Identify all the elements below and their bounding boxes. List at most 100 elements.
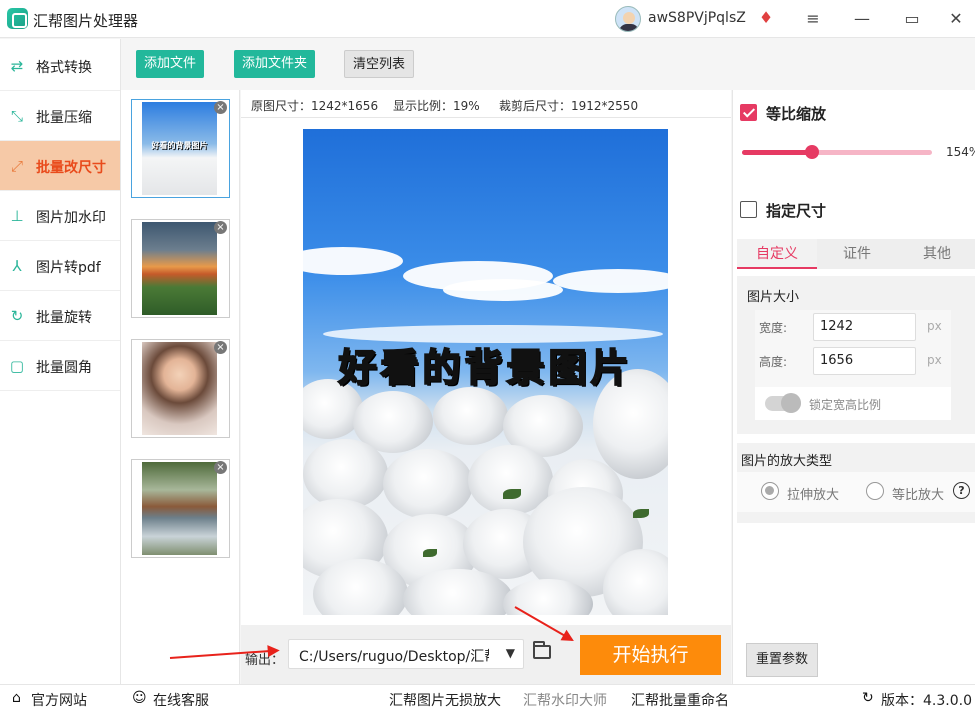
watermark-master-link[interactable]: 汇帮水印大师 <box>523 690 607 710</box>
width-label: 宽度: <box>759 321 788 335</box>
image-size-fields: 宽度: 1242 px 高度: 1656 px 锁定宽高比例 <box>755 310 951 420</box>
remove-thumbnail-icon[interactable]: × <box>214 461 227 474</box>
sidebar-item-batch-resize[interactable]: ⤢ 批量改尺寸 <box>0 141 120 191</box>
clear-list-button[interactable]: 清空列表 <box>344 50 415 78</box>
open-folder-icon[interactable] <box>533 641 551 659</box>
chevron-down-icon: ▼ <box>505 646 515 660</box>
enlarge-type-options: 拉伸放大 等比放大 ? <box>737 472 975 512</box>
lock-ratio-label: 锁定宽高比例 <box>809 398 882 412</box>
add-folder-button[interactable]: 添加文件夹 <box>234 50 316 78</box>
watermark-icon: ⊥ <box>10 207 24 225</box>
cropped-size: 裁剪后尺寸：1912*2550 <box>499 99 639 113</box>
stretch-enlarge-radio[interactable] <box>761 482 779 500</box>
output-bar: 输出： C:/Users/ruguo/Desktop/汇帮 ▼ 开始执行 <box>241 625 731 684</box>
original-size: 原图尺寸：1242*1656 <box>251 99 379 113</box>
maximize-button[interactable]: ▭ <box>898 6 926 32</box>
vip-diamond-icon[interactable]: ♦ <box>756 8 776 28</box>
specify-size-label: 指定尺寸 <box>766 202 827 220</box>
online-support-link[interactable]: 在线客服 <box>153 690 209 710</box>
tab-custom[interactable]: 自定义 <box>737 239 817 269</box>
support-agent-icon: ☺ <box>132 690 147 706</box>
thumbnail-image <box>142 222 217 315</box>
sidebar-item-label: 批量改尺寸 <box>36 160 106 176</box>
resize-icon: ⤢ <box>10 157 23 175</box>
start-button[interactable]: 开始执行 <box>580 635 721 675</box>
thumbnail-list: 好看的背景图片 × × × × <box>121 90 240 684</box>
proportional-enlarge-radio[interactable] <box>866 482 884 500</box>
thumbnail-item[interactable]: × <box>131 459 230 558</box>
user-avatar[interactable] <box>615 6 641 32</box>
remove-thumbnail-icon[interactable]: × <box>214 221 227 234</box>
batch-rename-link[interactable]: 汇帮批量重命名 <box>631 690 729 710</box>
menu-button[interactable]: ≡ <box>799 6 827 32</box>
height-unit: px <box>927 353 942 367</box>
output-path-value: C:/Users/ruguo/Desktop/汇帮 <box>299 649 489 665</box>
preview-image: 好看的背景图片 <box>303 129 668 615</box>
scale-value: 154% <box>946 145 975 159</box>
width-unit: px <box>927 319 942 333</box>
remove-thumbnail-icon[interactable]: × <box>214 101 227 114</box>
lock-ratio-row: 锁定宽高比例 <box>755 387 951 420</box>
thumbnail-image <box>142 342 217 435</box>
preview-area: 好看的背景图片 <box>241 118 731 625</box>
reset-params-button[interactable]: 重置参数 <box>746 643 818 677</box>
proportional-scale-label: 等比缩放 <box>766 105 827 123</box>
refresh-icon: ↻ <box>862 690 874 706</box>
sidebar: ⇄ 格式转换 ⤡ 批量压缩 ⤢ 批量改尺寸 ⊥ 图片加水印 ⅄ 图片转pdf ↻… <box>0 39 121 684</box>
minimize-button[interactable]: — <box>848 6 876 32</box>
thumbnail-item[interactable]: 好看的背景图片 × <box>131 99 230 198</box>
username[interactable]: awS8PVjPqlsZ <box>648 10 746 26</box>
help-icon[interactable]: ? <box>953 482 970 499</box>
sidebar-item-to-pdf[interactable]: ⅄ 图片转pdf <box>0 241 120 291</box>
specify-size-checkbox[interactable] <box>740 201 757 218</box>
thumbnail-image: 好看的背景图片 <box>142 102 217 195</box>
image-size-title: 图片大小 <box>747 290 800 305</box>
height-input[interactable]: 1656 <box>813 347 916 375</box>
stretch-enlarge-label: 拉伸放大 <box>787 488 840 503</box>
round-corner-icon: ▢ <box>9 357 25 375</box>
remove-thumbnail-icon[interactable]: × <box>214 341 227 354</box>
sidebar-item-batch-compress[interactable]: ⤡ 批量压缩 <box>0 91 120 141</box>
official-website-link[interactable]: 官方网站 <box>31 690 87 710</box>
thumbnail-image <box>142 462 217 555</box>
lossless-enlarge-link[interactable]: 汇帮图片无损放大 <box>389 690 501 710</box>
title-bar: 汇帮图片处理器 awS8PVjPqlsZ ♦ ≡ — ▭ ✕ <box>0 0 975 38</box>
tab-other[interactable]: 其他 <box>897 239 975 269</box>
output-path-select[interactable]: C:/Users/ruguo/Desktop/汇帮 ▼ <box>288 639 524 669</box>
thumbnail-caption: 好看的背景图片 <box>151 141 208 150</box>
convert-icon: ⇄ <box>10 57 24 75</box>
scale-slider-fill <box>742 150 813 155</box>
sidebar-item-round-corner[interactable]: ▢ 批量圆角 <box>0 341 120 391</box>
add-file-button[interactable]: 添加文件 <box>136 50 205 78</box>
thumbnail-item[interactable]: × <box>131 339 230 438</box>
pdf-icon: ⅄ <box>12 257 22 275</box>
sidebar-item-label: 批量圆角 <box>36 360 92 376</box>
enlarge-type-section: 图片的放大类型 拉伸放大 等比放大 ? <box>737 443 975 523</box>
app-logo-icon <box>7 8 28 29</box>
settings-panel: 等比缩放 154% 指定尺寸 自定义 证件 其他 图片大小 宽度: 1242 p… <box>732 90 975 684</box>
lock-ratio-toggle[interactable] <box>765 393 801 413</box>
sidebar-item-format-convert[interactable]: ⇄ 格式转换 <box>0 41 120 91</box>
tab-id-photo[interactable]: 证件 <box>817 239 897 269</box>
thumbnail-item[interactable]: × <box>131 219 230 318</box>
enlarge-type-title: 图片的放大类型 <box>741 454 833 469</box>
home-icon: ⌂ <box>12 690 21 706</box>
sidebar-item-batch-rotate[interactable]: ↻ 批量旋转 <box>0 291 120 341</box>
proportional-scale-checkbox[interactable] <box>740 104 757 121</box>
scale-slider-handle[interactable] <box>805 145 820 159</box>
sidebar-item-label: 格式转换 <box>36 60 92 76</box>
width-input[interactable]: 1242 <box>813 313 916 341</box>
close-button[interactable]: ✕ <box>942 6 970 32</box>
app-title: 汇帮图片处理器 <box>33 12 139 30</box>
preview-overlay-text: 好看的背景图片 <box>337 345 633 391</box>
scale-slider[interactable] <box>742 145 932 159</box>
compress-icon: ⤡ <box>10 107 23 125</box>
display-ratio: 显示比例：19% <box>393 99 480 113</box>
image-info-bar: 原图尺寸：1242*1656 显示比例：19% 裁剪后尺寸：1912*2550 <box>241 90 731 118</box>
sidebar-item-label: 批量旋转 <box>36 310 92 326</box>
sidebar-item-label: 批量压缩 <box>36 110 92 126</box>
proportional-enlarge-label: 等比放大 <box>892 488 945 503</box>
sidebar-item-watermark[interactable]: ⊥ 图片加水印 <box>0 191 120 241</box>
footer: ⌂ 官方网站 ☺ 在线客服 汇帮图片无损放大 汇帮水印大师 汇帮批量重命名 ↻ … <box>0 684 975 711</box>
image-size-section: 图片大小 宽度: 1242 px 高度: 1656 px 锁定宽高比例 <box>737 276 975 434</box>
